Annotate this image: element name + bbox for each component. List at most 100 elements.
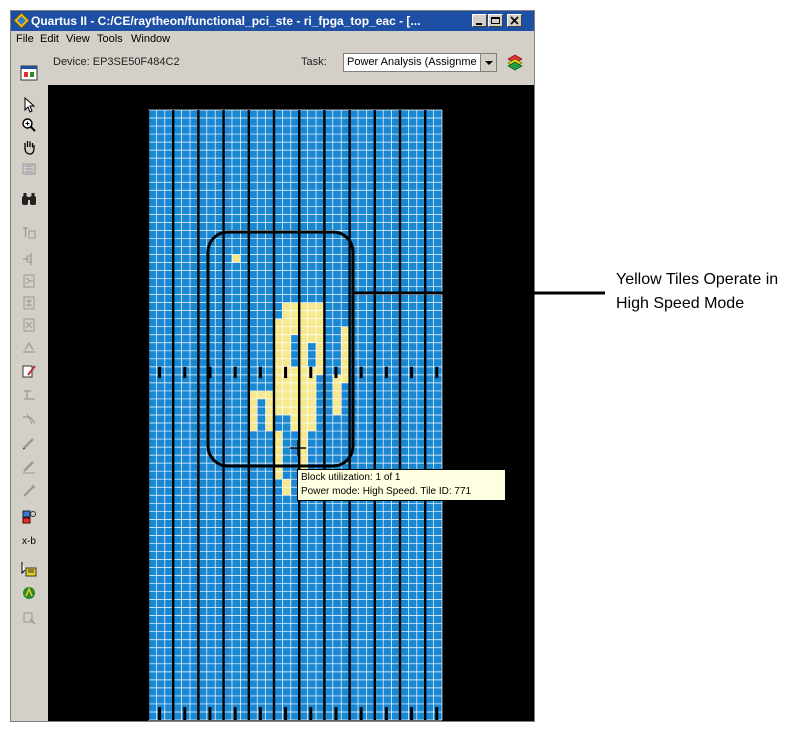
window-title: Quartus II - C:/CE/raytheon/functional_p… [31,14,421,28]
pencil-alt-button[interactable] [17,457,41,477]
menu-view[interactable]: View [66,33,90,45]
floorplan-view-button[interactable] [17,63,41,83]
selection-tool-button[interactable] [17,95,41,115]
close-button[interactable] [507,14,522,27]
chevron-down-icon[interactable] [480,54,496,71]
fanin-button[interactable] [17,271,41,291]
column-gap [272,110,276,720]
routing-button[interactable] [17,337,41,357]
edit-icon [22,365,36,378]
io-marker [233,707,237,720]
layers-icon[interactable] [505,52,525,72]
assignment-icon [23,227,36,239]
menu-file[interactable]: File [16,33,34,45]
high-speed-tile [232,254,241,263]
critical-path-button[interactable] [17,409,41,429]
hand-pan-icon [24,141,35,155]
quartus-window: Quartus II - C:/CE/raytheon/functional_p… [10,10,535,722]
column-gap [247,110,250,720]
io-marker [309,366,313,379]
io-marker [183,707,187,720]
io-marker [208,707,212,720]
callout-line-1: Yellow Tiles Operate in [616,271,779,288]
pencil-icon [22,438,34,450]
high-speed-tile [248,390,258,432]
minimize-button[interactable] [472,14,487,27]
io-marker [158,366,162,379]
chip-planner-toolbar: Device: EP3SE50F484C2 Task: Power Analys… [11,49,534,77]
delay-icon [24,390,35,400]
zoom-tool-button[interactable] [17,115,41,135]
column-gap [298,110,301,720]
xb-button[interactable]: x-b [17,531,41,551]
io-marker [410,707,414,720]
high-speed-tile [299,431,308,472]
high-speed-tile [332,374,342,415]
io-marker [208,366,212,379]
find-button[interactable] [17,189,41,209]
high-speed-tile [341,326,350,383]
io-marker [359,707,363,720]
path-button[interactable] [17,315,41,335]
io-marker [158,707,162,720]
fanin-icon [23,274,35,288]
floorplan-view-icon [20,65,38,81]
menu-window[interactable]: Window [131,33,170,45]
title-bar[interactable]: Quartus II - C:/CE/raytheon/functional_p… [11,11,534,31]
wand-button[interactable] [17,481,41,501]
maximize-icon [491,17,500,24]
column-gap [424,110,427,720]
menu-edit[interactable]: Edit [40,33,59,45]
column-gap [398,110,402,720]
node-icon [23,253,32,265]
chip-button[interactable] [17,559,41,579]
io-marker [435,366,439,379]
wand-icon [23,484,36,497]
minimize-icon [476,23,482,25]
menu-tools[interactable]: Tools [97,33,123,45]
pencil-alt-icon [23,461,35,474]
io-marker [309,707,313,720]
resource-button[interactable] [17,507,41,527]
tooltip-utilization: Block utilization: 1 of 1 [301,472,401,483]
column-gap [323,110,326,720]
side-toolbar: x-b [17,63,41,718]
column-gap [348,110,351,720]
io-marker [284,707,288,720]
resource-icon [22,510,36,524]
column-gap [373,110,376,720]
locate-button[interactable] [17,609,41,629]
chip-planner-view[interactable] [48,85,534,721]
node-button[interactable] [17,249,41,269]
xb-icon: x-b [22,535,36,547]
run-button[interactable] [17,583,41,603]
pencil-button[interactable] [17,433,41,453]
find-binoculars-icon [22,193,36,205]
io-marker [435,707,439,720]
routing-icon [23,341,35,353]
io-marker [334,366,338,379]
run-icon [23,587,35,599]
task-value: Power Analysis (Assignme [347,56,477,68]
hand-tool-button[interactable] [17,137,41,157]
edit-button[interactable] [17,361,41,381]
fit-view-icon [22,163,36,175]
task-dropdown[interactable]: Power Analysis (Assignme [343,53,497,72]
io-marker [334,707,338,720]
fit-view-button[interactable] [17,159,41,179]
menu-bar: File Edit View Tools Window [11,32,534,48]
assignment-button[interactable] [17,223,41,243]
task-label: Task: [301,56,327,68]
delay-button[interactable] [17,385,41,405]
fanout-button[interactable] [17,293,41,313]
io-marker [233,366,237,379]
io-marker [258,707,262,720]
locate-icon [23,612,36,625]
path-icon [23,318,35,332]
floorplan-grid[interactable] [48,85,534,721]
tile-tooltip: Block utilization: 1 of 1 Power mode: Hi… [297,469,506,501]
io-marker [284,366,288,379]
io-marker [258,366,262,379]
io-marker [183,366,187,379]
maximize-button[interactable] [488,14,503,27]
